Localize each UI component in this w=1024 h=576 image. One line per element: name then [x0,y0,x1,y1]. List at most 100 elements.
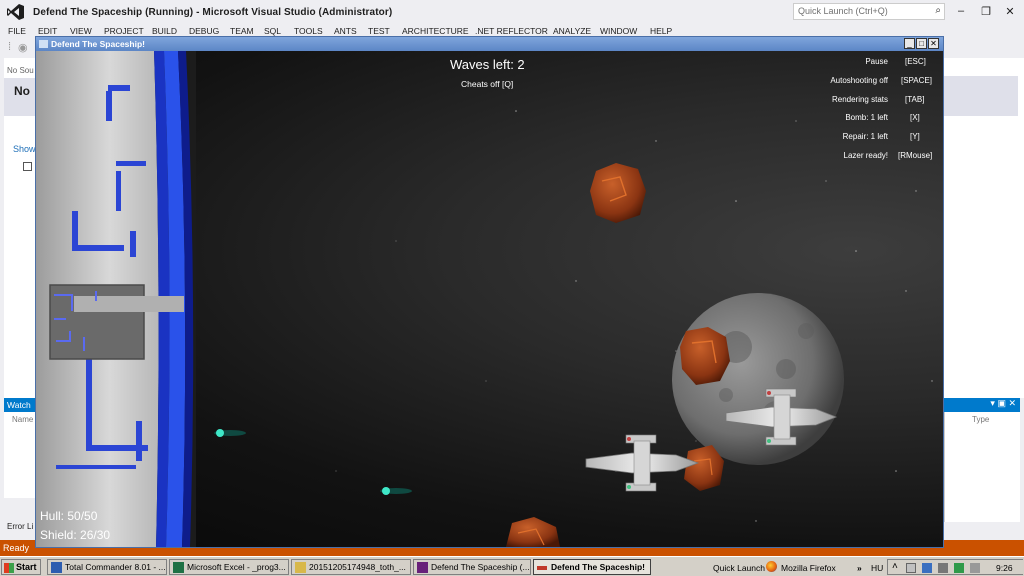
hull-status: Hull: 50/50 [40,509,98,523]
control-label-pause: Pause [865,57,888,66]
clock[interactable]: 9:26 [996,563,1013,573]
menu-sql[interactable]: SQL [264,26,281,36]
taskbar-button-total-commander[interactable]: Total Commander 8.01 - ... [47,559,167,575]
watch-type-column: Type [972,415,990,424]
menu-ants[interactable]: ANTS [334,26,357,36]
taskbar-chevron-icon[interactable]: » [857,563,862,573]
system-tray: ˄ 9:26 [887,559,1023,575]
control-key-lazer: [RMouse] [898,151,933,160]
control-label-bomb: Bomb: 1 left [845,113,888,122]
tray-monitor-icon[interactable] [938,563,948,573]
left-panel-no-source: No Sou [7,66,34,75]
search-icon[interactable]: ⌕ [935,5,941,16]
start-button[interactable]: Start [1,559,41,575]
quick-launch-label[interactable]: Quick Launch [713,563,765,573]
game-canvas[interactable]: Waves left: 2 Cheats off [Q] Pause [ESC]… [36,51,943,547]
toolbar-grip-icon: ⁞ [8,41,12,53]
left-panel-heading: No [14,84,30,98]
plasma-projectile [380,487,412,495]
taskbar-button-label: Microsoft Excel - _prog3... [187,562,286,572]
restore-icon[interactable]: ❐ [978,5,994,18]
game-window-title: Defend The Spaceship! [51,39,145,49]
taskbar-button-visual-studio[interactable]: Defend The Spaceship (... [413,559,531,575]
right-panel-header-band [944,76,1018,116]
cheats-status: Cheats off [Q] [461,79,514,89]
menu-team[interactable]: TEAM [230,26,254,36]
quick-launch-placeholder: Quick Launch (Ctrl+Q) [798,6,888,16]
watch-name-column: Name [12,415,34,424]
visual-studio-logo-icon [7,4,24,20]
menu-window[interactable]: WINDOW [600,26,637,36]
menu-help[interactable]: HELP [650,26,672,36]
tray-app-icon[interactable] [906,563,916,573]
language-indicator[interactable]: HU [871,563,883,573]
menu-net-reflector[interactable]: .NET REFLECTOR [475,26,548,36]
space-station [36,51,196,547]
quick-launch-input[interactable]: Quick Launch (Ctrl+Q) ⌕ [793,3,945,20]
menu-edit[interactable]: EDIT [38,26,57,36]
menu-build[interactable]: BUILD [152,26,177,36]
taskbar-button-excel[interactable]: Microsoft Excel - _prog3... [169,559,289,575]
taskbar: Start Total Commander 8.01 - ... Microso… [0,556,1024,576]
game-window: Defend The Spaceship! _ □ ✕ Waves left: … [35,36,944,548]
left-panel-checkbox[interactable] [23,162,32,171]
floppy-icon [51,562,62,573]
menu-project[interactable]: PROJECT [104,26,144,36]
right-watch-header: ▾ ▣ ✕ [944,398,1020,412]
control-key-repair: [Y] [910,132,920,141]
control-key-pause: [ESC] [905,57,926,66]
right-watch-body [944,412,1020,522]
menu-tools[interactable]: TOOLS [294,26,323,36]
menu-architecture[interactable]: ARCHITECTURE [402,26,469,36]
back-icon[interactable]: ◉ [18,41,28,54]
firefox-label[interactable]: Mozilla Firefox [781,563,836,573]
taskbar-button-game[interactable]: Defend The Spaceship! [533,559,651,575]
menu-analyze[interactable]: ANALYZE [553,26,591,36]
error-list-tab[interactable]: Error Li [7,522,33,531]
game-icon [537,566,547,570]
excel-icon [173,562,184,573]
control-key-bomb: [X] [910,113,920,122]
image-icon [295,562,306,573]
tray-security-icon[interactable] [954,563,964,573]
minimize-icon[interactable]: – [953,5,969,17]
close-icon[interactable]: ✕ [1002,5,1018,18]
start-label: Start [16,562,37,572]
windows-logo-icon [4,563,14,573]
control-key-autoshooting: [SPACE] [901,76,932,85]
tray-volume-icon[interactable] [970,563,980,573]
game-close-icon[interactable]: ✕ [928,38,939,49]
window-title: Defend The Spaceship (Running) - Microso… [33,7,393,18]
firefox-icon[interactable] [766,561,777,572]
pin-dropdown-icon[interactable]: ▾ ▣ ✕ [990,398,1016,408]
game-maximize-icon[interactable]: □ [916,38,927,49]
control-label-rendering: Rendering stats [831,95,888,104]
taskbar-button-label: 20151205174948_toth_... [309,562,406,572]
enemy-spaceship [585,434,700,492]
tray-network-icon[interactable] [922,563,932,573]
status-text: Ready [3,543,30,553]
plasma-projectile [214,429,246,437]
menu-file[interactable]: FILE [8,26,26,36]
asteroid [590,163,646,223]
control-label-autoshooting: Autoshooting off [830,76,888,85]
menu-view[interactable]: VIEW [70,26,92,36]
menu-debug[interactable]: DEBUG [189,26,219,36]
game-minimize-icon[interactable]: _ [904,38,915,49]
taskbar-button-label: Total Commander 8.01 - ... [65,562,166,572]
tray-expand-icon[interactable]: ˄ [892,561,898,572]
game-title-bar[interactable]: Defend The Spaceship! _ □ ✕ [36,37,943,51]
visual-studio-icon [417,562,428,573]
game-scene [36,51,933,547]
menu-test[interactable]: TEST [368,26,390,36]
game-window-icon [39,40,48,48]
control-label-lazer: Lazer ready! [843,151,888,160]
taskbar-button-image[interactable]: 20151205174948_toth_... [291,559,411,575]
watch-tab[interactable]: Watch [4,398,36,412]
asteroid [506,517,560,547]
left-panel-show-link[interactable]: Show [13,144,36,154]
control-key-rendering: [TAB] [905,95,925,104]
control-label-repair: Repair: 1 left [842,132,888,141]
taskbar-button-label: Defend The Spaceship! [551,562,645,572]
vs-title-bar: Defend The Spaceship (Running) - Microso… [0,0,1024,24]
